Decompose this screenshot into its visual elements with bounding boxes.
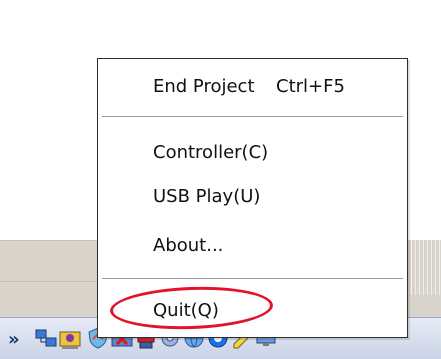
user-monitor-icon[interactable] [58,326,82,350]
menu-separator [102,116,403,117]
menu-item-shortcut: Ctrl+F5 [276,76,345,97]
menu-item-label: About... [153,235,224,256]
menu-item-label: End Project [153,76,255,97]
menu-separator [102,278,403,279]
show-hidden-icons-chevron-icon[interactable]: » [8,329,20,350]
network-icon[interactable] [34,326,58,350]
menu-item-label: USB Play(U) [153,186,261,207]
menu-item-label: Controller(C) [153,142,269,163]
